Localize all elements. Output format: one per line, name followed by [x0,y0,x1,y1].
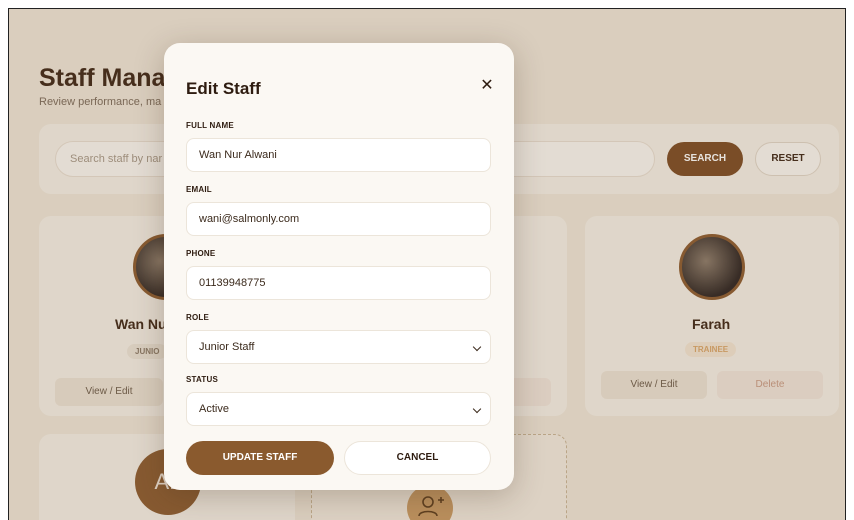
full-name-field[interactable]: Wan Nur Alwani [186,138,491,172]
chevron-down-icon [472,404,482,414]
email-field[interactable]: wani@salmonly.com [186,202,491,236]
role-select[interactable]: Junior Staff [186,330,491,364]
phone-label: PHONE [186,249,216,258]
full-name-label: FULL NAME [186,121,234,130]
status-select-value: Active [199,403,229,415]
chevron-down-icon [472,342,482,352]
role-label: ROLE [186,313,210,322]
edit-staff-modal: Edit Staff ✕ FULL NAME Wan Nur Alwani EM… [164,43,514,490]
phone-field[interactable]: 01139948775 [186,266,491,300]
status-select[interactable]: Active [186,392,491,426]
modal-title: Edit Staff [186,79,261,98]
cancel-button[interactable]: CANCEL [344,441,491,475]
update-staff-button[interactable]: UPDATE STAFF [186,441,334,475]
status-label: STATUS [186,375,219,384]
close-icon[interactable]: ✕ [478,77,496,95]
email-label: EMAIL [186,185,212,194]
role-select-value: Junior Staff [199,341,255,353]
app-frame: Staff Mana Review performance, ma Search… [8,8,846,520]
